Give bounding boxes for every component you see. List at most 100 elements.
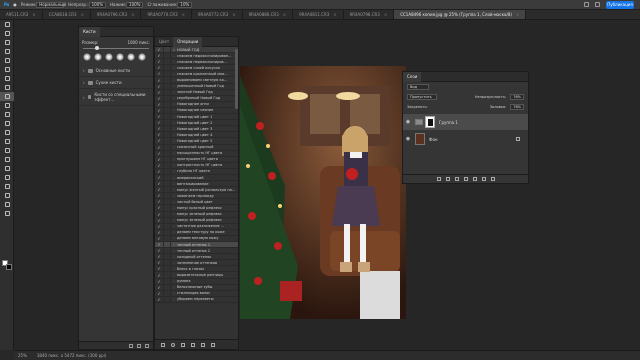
document-image[interactable] [240, 66, 406, 319]
tab-layers[interactable]: Слои [403, 71, 422, 82]
mask-icon[interactable] [454, 177, 459, 181]
check-icon[interactable]: ✓ [155, 132, 163, 137]
gradient-tool-icon[interactable] [0, 128, 14, 137]
eyedropper-tool-icon[interactable] [0, 74, 14, 83]
dialog-toggle[interactable] [163, 223, 171, 229]
check-icon[interactable]: ✓ [155, 266, 163, 271]
check-icon[interactable]: ✓ [155, 181, 163, 186]
check-icon[interactable]: ✓ [155, 285, 163, 290]
dialog-toggle[interactable] [163, 89, 171, 95]
chevron-right-icon[interactable]: › [83, 68, 85, 73]
dialog-toggle[interactable] [163, 174, 171, 181]
healing-brush-tool-icon[interactable] [0, 83, 14, 92]
dialog-toggle[interactable] [163, 138, 171, 144]
brush-size-slider[interactable] [83, 46, 149, 50]
layer-name[interactable]: Фон [429, 137, 438, 142]
brush-tip-1[interactable] [83, 53, 91, 61]
fill-field[interactable]: 76% [510, 104, 524, 110]
check-icon[interactable]: ✓ [155, 96, 163, 101]
layer-row[interactable]: ◉ Группа 1 [403, 114, 528, 130]
path-select-tool-icon[interactable] [0, 173, 14, 182]
check-icon[interactable]: ✓ [155, 236, 163, 241]
close-icon[interactable]: × [182, 10, 185, 19]
brush-tip-5[interactable] [127, 53, 135, 61]
dialog-toggle[interactable] [163, 272, 171, 278]
dialog-toggle[interactable] [163, 254, 171, 260]
check-icon[interactable]: ✓ [155, 169, 163, 174]
rectangle-tool-icon[interactable] [0, 182, 14, 191]
dialog-toggle[interactable] [163, 229, 171, 235]
dialog-toggle[interactable] [163, 77, 171, 83]
document-tab[interactable]: 9R4A0811.CR3 × [293, 10, 344, 19]
check-icon[interactable]: ✓ [155, 84, 163, 89]
document-tab[interactable]: CC1A8496 копия.jpg @ 25% (Группа 1, Слой… [394, 10, 527, 19]
dialog-toggle[interactable] [163, 162, 171, 168]
check-icon[interactable]: ✓ [155, 126, 163, 131]
close-icon[interactable]: × [516, 10, 519, 19]
photoshop-logo[interactable]: Ps [4, 2, 9, 7]
actions-scrollbar[interactable] [235, 49, 238, 109]
dialog-toggle[interactable] [163, 95, 171, 101]
close-icon[interactable]: × [81, 10, 84, 19]
document-tab[interactable]: 9R4A0772.CR3 × [192, 10, 243, 19]
dodge-tool-icon[interactable] [0, 146, 14, 155]
check-icon[interactable]: ✓ [155, 230, 163, 235]
brush-tip-4[interactable] [116, 53, 124, 61]
stop-icon[interactable] [161, 342, 165, 347]
layer-row[interactable]: ◉ Фон [403, 131, 528, 147]
tab-brushes[interactable]: Кисти [79, 26, 100, 37]
dialog-toggle[interactable] [163, 53, 171, 59]
check-icon[interactable]: ✓ [155, 291, 163, 296]
search-icon[interactable] [584, 2, 589, 7]
tab-actions[interactable]: Операции [173, 37, 203, 47]
trash-icon[interactable] [145, 343, 149, 348]
close-icon[interactable]: × [283, 10, 286, 19]
new-layer-icon[interactable] [481, 177, 486, 181]
opacity-field[interactable]: 76% [510, 94, 524, 100]
close-icon[interactable]: × [333, 10, 336, 19]
dialog-toggle[interactable] [163, 114, 171, 120]
marquee-tool-icon[interactable] [0, 29, 14, 38]
crop-tool-icon[interactable] [0, 56, 14, 65]
link-icon[interactable] [436, 177, 441, 181]
dialog-toggle[interactable] [163, 278, 171, 284]
dialog-toggle[interactable] [163, 187, 171, 193]
pen-tool-icon[interactable] [0, 155, 14, 164]
dialog-toggle[interactable] [163, 266, 171, 272]
dialog-toggle[interactable] [163, 168, 171, 174]
quick-select-tool-icon[interactable] [0, 47, 14, 56]
frame-tool-icon[interactable] [0, 65, 14, 74]
brush-tip-2[interactable] [94, 53, 102, 61]
check-icon[interactable]: ✓ [155, 151, 163, 156]
color-swatches[interactable] [2, 260, 12, 270]
check-icon[interactable]: ✓ [155, 71, 163, 76]
slider-handle[interactable] [95, 46, 99, 50]
dialog-toggle[interactable] [163, 260, 171, 266]
dialog-toggle[interactable] [163, 107, 171, 114]
dialog-toggle[interactable] [163, 132, 171, 138]
check-icon[interactable]: ✓ [155, 212, 163, 217]
zoom-level[interactable]: 25% [18, 351, 27, 360]
dialog-toggle[interactable] [163, 248, 171, 254]
document-tab[interactable]: 9R4A0886.CR3 × [243, 10, 294, 19]
smoothing-field[interactable]: 10% [177, 1, 193, 8]
check-icon[interactable]: ✓ [155, 248, 163, 253]
check-icon[interactable]: ✓ [155, 242, 163, 247]
check-icon[interactable]: ✓ [155, 193, 163, 198]
eraser-tool-icon[interactable] [0, 119, 14, 128]
check-icon[interactable]: ✓ [155, 114, 163, 119]
check-icon[interactable]: ✓ [155, 163, 163, 168]
check-icon[interactable]: ✓ [155, 260, 163, 265]
layer-name[interactable]: Группа 1 [439, 120, 458, 125]
close-icon[interactable]: × [32, 10, 35, 19]
brush-size-value[interactable]: 1000 пикс. [127, 40, 150, 45]
trash-icon[interactable] [211, 342, 215, 347]
background-color[interactable] [6, 264, 12, 270]
type-tool-icon[interactable] [0, 164, 14, 173]
dialog-toggle[interactable] [163, 296, 171, 302]
check-icon[interactable]: ✓ [155, 224, 163, 229]
layer-filter-select[interactable]: Вид [407, 84, 429, 90]
check-icon[interactable]: ✓ [155, 205, 163, 210]
dialog-toggle[interactable] [163, 59, 171, 65]
check-icon[interactable]: ✓ [155, 138, 163, 143]
